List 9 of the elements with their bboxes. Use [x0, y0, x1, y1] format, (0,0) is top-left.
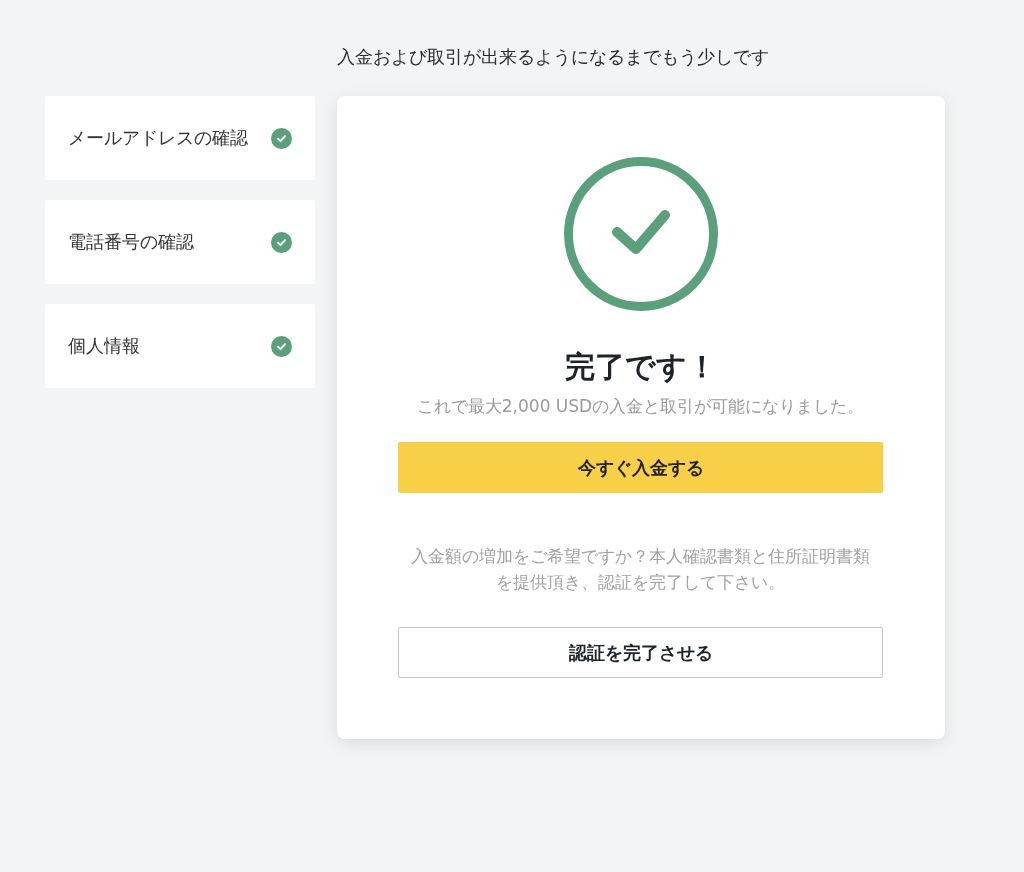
verify-button[interactable]: 認証を完了させる: [398, 627, 883, 678]
page-heading: 入金および取引が出来るようになるまでもう少しです: [337, 46, 770, 68]
verification-note: 入金額の増加をご希望ですか？本人確認書類と住所証明書類を提供頂き、認証を完了して下さい。: [410, 545, 871, 594]
step-label: 電話番号の確認: [68, 231, 194, 254]
result-title: 完了です！: [564, 348, 717, 386]
step-label: メールアドレスの確認: [68, 127, 248, 150]
result-subtitle: これで最大2,000 USDの入金と取引が可能になりました。: [416, 395, 865, 418]
step-label: 個人情報: [68, 335, 140, 358]
deposit-button[interactable]: 今すぐ入金する: [398, 442, 883, 493]
